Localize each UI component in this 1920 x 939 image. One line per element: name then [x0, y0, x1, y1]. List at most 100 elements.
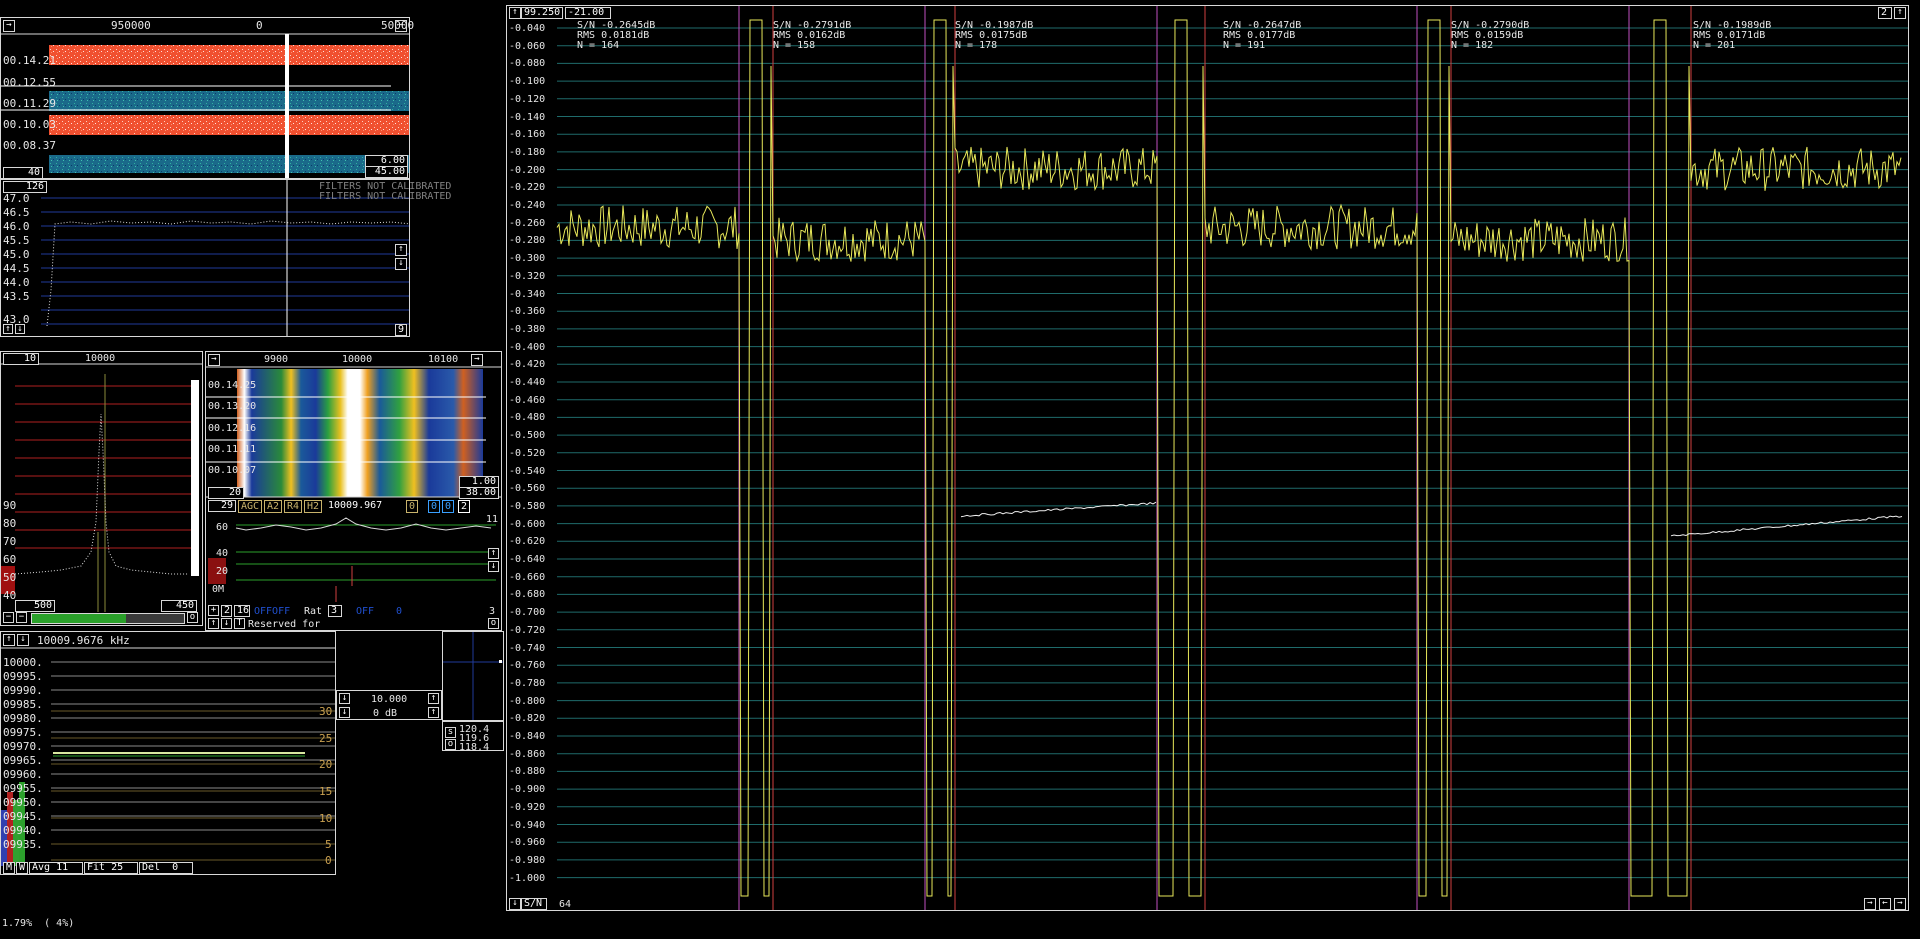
- xy-scope-panel[interactable]: [442, 631, 504, 721]
- waterfall-scale-bottom-value[interactable]: 45.00: [365, 166, 408, 178]
- sn-down-button[interactable]: ↓: [509, 898, 521, 910]
- sn-header-mid[interactable]: -21.00: [565, 7, 611, 19]
- w-button[interactable]: W: [16, 862, 28, 874]
- reserved-label: Reserved for: [248, 619, 321, 630]
- track-y-tick-13: 09935.: [3, 838, 43, 851]
- spectrum-down-small-button[interactable]: ↓: [15, 324, 25, 334]
- track-y-tick-7: 09965.: [3, 754, 43, 767]
- off-value-2[interactable]: 0: [396, 606, 402, 617]
- rx-plus-button[interactable]: +: [208, 605, 219, 616]
- track-y-tick-4: 09980.: [3, 712, 43, 725]
- sn-y-tick: -0.120: [509, 93, 546, 105]
- frequency-track-graph[interactable]: [1, 632, 335, 874]
- spectrum-y-tick-5: 44.5: [3, 262, 30, 275]
- small-spectrum-y-tick-3: 60: [3, 553, 17, 566]
- rx-level-graph[interactable]: [206, 352, 501, 630]
- mid-controls-panel[interactable]: ↓ 10.000 ↑ ↓ 0 dB ↑: [336, 690, 442, 720]
- fit-button[interactable]: Fit 25: [84, 862, 138, 874]
- rx-up-button[interactable]: ↑: [488, 548, 499, 559]
- sn-y-tick: -0.520: [509, 447, 546, 459]
- waterfall-time-3: 00.11.29: [3, 97, 56, 110]
- spectrum-y-tick-6: 44.0: [3, 276, 30, 289]
- main-spectrum-panel[interactable]: 126 FILTERS NOT CALIBRATED FILTERS NOT C…: [0, 179, 451, 337]
- frequency-track-panel[interactable]: ↑ ↓ 10009.9676 kHz 10000. 09995. 09990. …: [0, 631, 336, 875]
- sn-corner-value[interactable]: 2: [1878, 7, 1892, 19]
- track-y-tick-10: 09950.: [3, 796, 43, 809]
- sn-y-tick: -0.920: [509, 801, 546, 813]
- sn-plot-graph[interactable]: [507, 6, 1908, 910]
- rx-bar-left-value[interactable]: 2: [221, 605, 232, 617]
- value2-down-button[interactable]: ↓: [339, 707, 350, 718]
- m-button[interactable]: M: [3, 862, 15, 874]
- small-spectrum-panel[interactable]: 10 10000 90 80 70 60 50 40 500 450 − − o: [0, 351, 203, 626]
- sn-footer-value: 64: [559, 899, 572, 910]
- value2-up-button[interactable]: ↑: [428, 707, 439, 718]
- level-bar[interactable]: [31, 613, 185, 624]
- sn-plot-panel[interactable]: ↑ 99.250 -21.00 2 ↑ ↓ S/N 64 → ← → -0.04…: [506, 5, 1909, 911]
- readout-s-button[interactable]: s: [445, 727, 456, 738]
- spectrum-up-small-button[interactable]: ↑: [3, 324, 13, 334]
- small-spectrum-bottom-right[interactable]: 450: [161, 600, 197, 612]
- waterfall-time-1: 00.14.21: [3, 54, 56, 67]
- rx-up-small-button[interactable]: ↑: [208, 618, 219, 629]
- small-spectrum-bottom-left[interactable]: 500: [15, 600, 55, 612]
- value1-down-button[interactable]: ↓: [339, 693, 350, 704]
- del-button[interactable]: Del 0: [139, 862, 193, 874]
- rx-t-button[interactable]: T: [234, 618, 245, 629]
- sn-y-tick: -0.820: [509, 713, 546, 725]
- spectrum-up-button[interactable]: ↑: [395, 244, 407, 256]
- value1-up-button[interactable]: ↑: [428, 693, 439, 704]
- sn-right-button[interactable]: →: [1864, 898, 1876, 910]
- circle-button[interactable]: o: [187, 612, 198, 623]
- xy-scope-graph[interactable]: [443, 632, 503, 720]
- readout-o-button[interactable]: o: [445, 739, 456, 750]
- track-y-tick-8: 09960.: [3, 768, 43, 781]
- small-spectrum-y-tick-2: 70: [3, 535, 17, 548]
- track-y-tick-5: 09975.: [3, 726, 43, 739]
- spectrum-graph[interactable]: [1, 180, 409, 336]
- level-bar-fill: [32, 614, 127, 623]
- minus-button-2[interactable]: −: [16, 612, 27, 623]
- track-r-tick-0: 30: [319, 705, 333, 718]
- sn-footer-label[interactable]: S/N: [521, 898, 547, 910]
- waterfall-image[interactable]: [1, 18, 409, 178]
- sn-up-right-button[interactable]: ↑: [1894, 7, 1906, 19]
- rx-down-small-button[interactable]: ↓: [221, 618, 232, 629]
- rx-circle-button[interactable]: o: [488, 618, 499, 629]
- small-spectrum-left-value[interactable]: 10: [3, 353, 39, 365]
- rat-value[interactable]: 3: [328, 605, 342, 617]
- sn-y-tick: -0.060: [509, 40, 546, 52]
- sn-y-tick: -0.100: [509, 76, 546, 88]
- sn-header-left[interactable]: 99.250: [521, 7, 563, 19]
- sn-y-tick: -0.160: [509, 129, 546, 141]
- rx-bar-value[interactable]: 16: [234, 605, 250, 617]
- sn-y-tick: -0.360: [509, 306, 546, 318]
- sn-y-tick: -0.600: [509, 518, 546, 530]
- value2-label[interactable]: 0 dB: [373, 708, 397, 719]
- small-spectrum-graph[interactable]: [1, 352, 202, 625]
- sn-right-button-2[interactable]: →: [1894, 898, 1906, 910]
- segment-stat-n: N = 191: [1223, 40, 1266, 51]
- avg-button[interactable]: Avg 11: [29, 862, 83, 874]
- sn-y-tick: -0.760: [509, 660, 546, 672]
- sn-y-tick: -0.900: [509, 784, 546, 796]
- main-waterfall-panel[interactable]: → → 950000 0 50000 00.14.21 00.12.55 00.…: [0, 17, 414, 179]
- segment-stat-n: N = 201: [1693, 40, 1736, 51]
- sn-y-tick: -0.860: [509, 748, 546, 760]
- waterfall-bottom-left-value[interactable]: 40: [3, 167, 43, 179]
- value1-label[interactable]: 10.000: [371, 694, 407, 705]
- sn-up-button[interactable]: ↑: [509, 7, 521, 19]
- spectrum-corner-value[interactable]: 9: [395, 324, 407, 336]
- off-off-label[interactable]: OFFOFF: [254, 606, 290, 617]
- small-spectrum-y-tick-0: 90: [3, 499, 17, 512]
- rx-down-button[interactable]: ↓: [488, 561, 499, 572]
- track-r-tick-1: 25: [319, 732, 333, 745]
- off-label-2[interactable]: OFF: [356, 606, 374, 617]
- hires-waterfall-panel[interactable]: → → 9900 10000 10100 00.14.25 00.13.20 0…: [205, 351, 502, 631]
- minus-button[interactable]: −: [3, 612, 14, 623]
- sn-left-button[interactable]: ←: [1879, 898, 1891, 910]
- track-r-tick-2: 20: [319, 758, 333, 771]
- spectrum-down-button[interactable]: ↓: [395, 258, 407, 270]
- sn-y-tick: -0.840: [509, 731, 546, 742]
- small-spectrum-y-tick-4: 50: [3, 571, 17, 584]
